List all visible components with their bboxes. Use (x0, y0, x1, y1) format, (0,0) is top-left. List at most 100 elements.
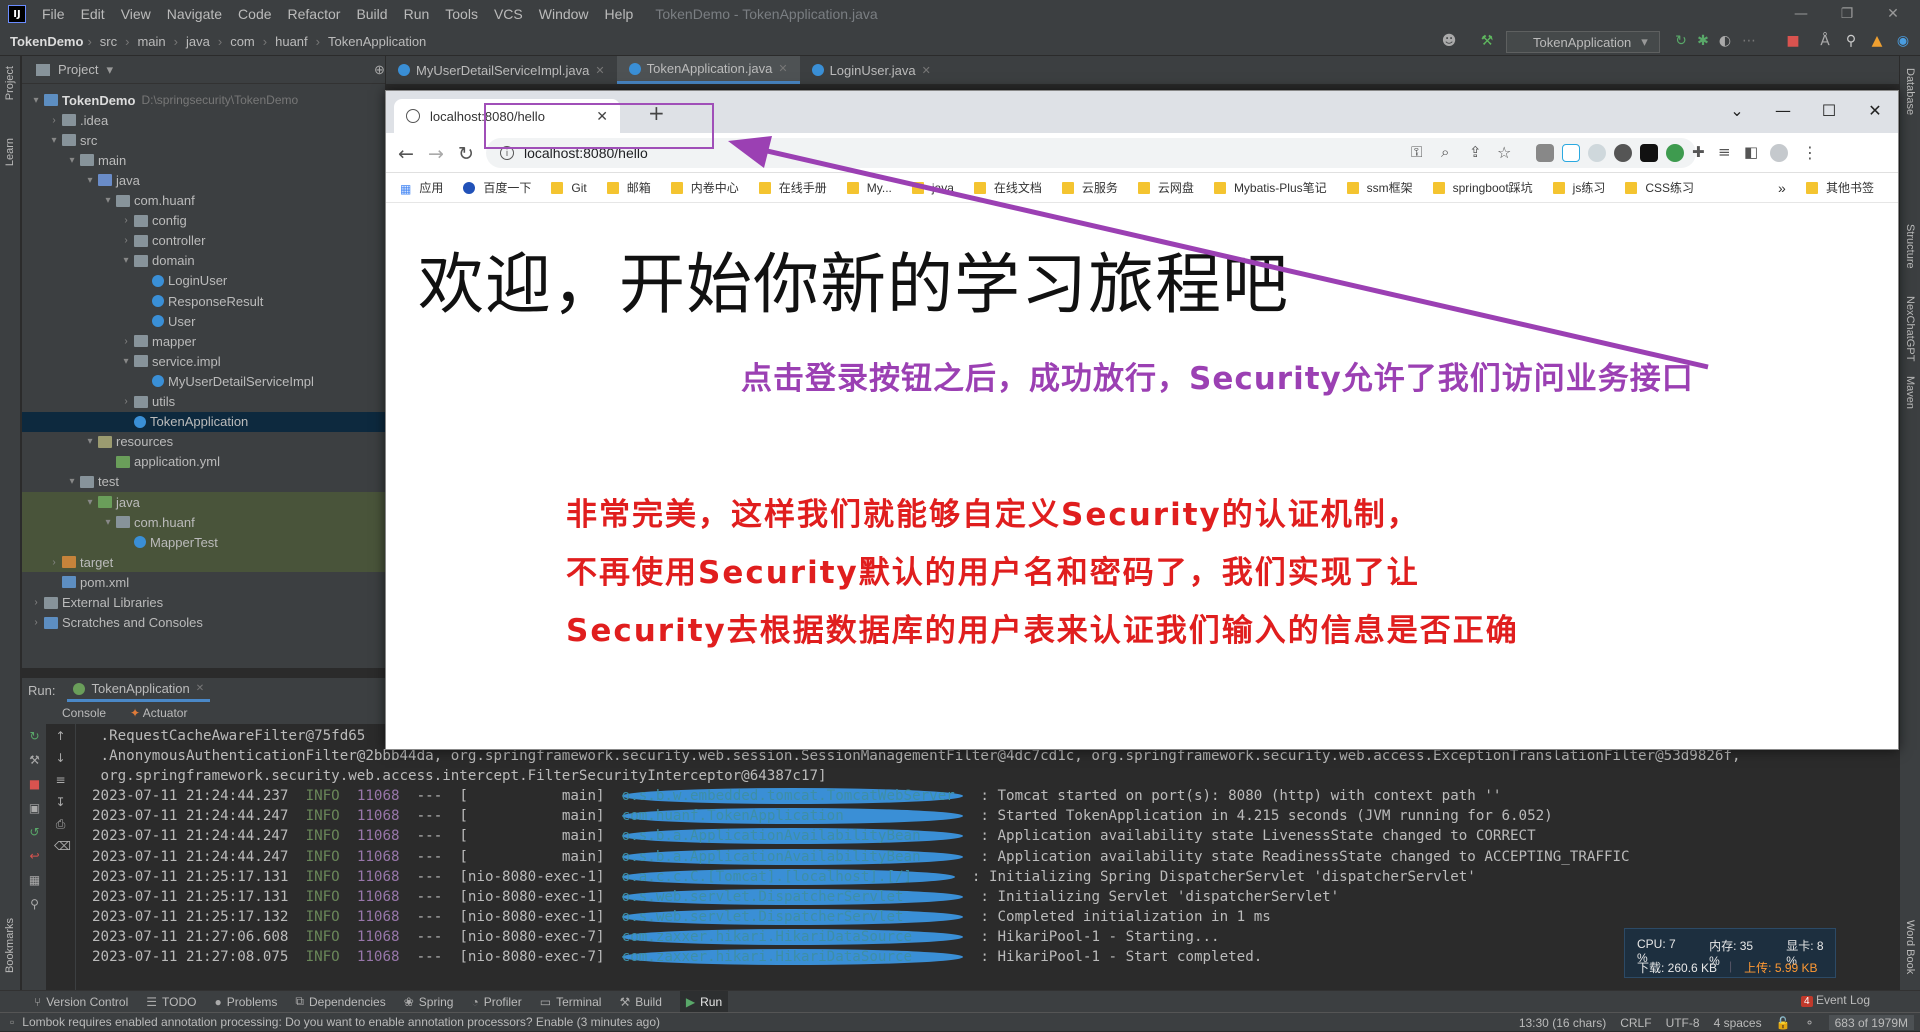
tool-window-profiler[interactable]: ◔ Profiler (471, 995, 521, 1009)
tool-window-run[interactable]: ▶ Run (679, 990, 729, 1013)
bookmark-item[interactable]: 邮箱 (606, 179, 651, 196)
tree-tokenapplication[interactable]: TokenApplication (22, 411, 385, 432)
coverage-icon[interactable]: ◐ (1716, 32, 1734, 50)
ide-logo-icon[interactable]: ◉ (1894, 32, 1912, 50)
restore-icon[interactable]: ❐ (1824, 0, 1870, 28)
camera-icon[interactable]: ▣ (28, 802, 41, 815)
tree-idea[interactable]: › .idea (22, 110, 385, 130)
bookmark-item[interactable]: ssm框架 (1346, 179, 1413, 196)
forward-icon[interactable]: → (428, 143, 444, 165)
extension-circle-icon[interactable] (1614, 144, 1632, 162)
stop-icon[interactable]: ■ (28, 778, 41, 791)
tree-utils[interactable]: › utils (22, 392, 385, 412)
profile-avatar-icon[interactable] (1770, 144, 1788, 162)
menu-run[interactable]: Run (396, 6, 438, 22)
reload-icon[interactable]: ↻ (458, 143, 474, 165)
bookmark-item[interactable]: My... (846, 181, 892, 195)
chevron-down-icon[interactable]: ▾ (84, 497, 96, 508)
tree-resources[interactable]: ▾ resources (22, 432, 385, 452)
minimize-icon[interactable]: — (1760, 95, 1806, 125)
stop-icon[interactable]: ■ (1784, 32, 1802, 50)
breadcrumb-huanf[interactable]: huanf (271, 34, 312, 49)
bookmark-item[interactable]: CSS练习 (1625, 179, 1694, 196)
menu-refactor[interactable]: Refactor (280, 6, 349, 22)
close-icon[interactable]: ✕ (1870, 0, 1916, 28)
breadcrumb-main[interactable]: main (133, 34, 169, 49)
lock-icon[interactable]: 🔓 (1776, 1016, 1791, 1030)
extension-green-icon[interactable] (1666, 144, 1684, 162)
soft-wrap-icon[interactable]: ≡ (54, 774, 67, 787)
more-run-icon[interactable]: ⋯ (1740, 32, 1758, 50)
chevron-down-icon[interactable]: ▾ (102, 517, 114, 528)
key-icon[interactable]: ⚿ (1411, 143, 1422, 161)
breadcrumb-java[interactable]: java (182, 34, 214, 49)
bookmark-item[interactable]: 在线手册 (758, 179, 827, 196)
tab-tokenapplication[interactable]: TokenApplication.java ✕ (616, 56, 800, 84)
chevron-right-icon[interactable]: › (30, 597, 42, 608)
tool-structure[interactable]: Structure (1904, 224, 1916, 269)
tool-maven[interactable]: Maven (1904, 376, 1916, 409)
tree-mapper[interactable]: › mapper (22, 331, 385, 351)
address-bar[interactable]: i localhost:8080/hello (486, 138, 1696, 168)
zoom-icon[interactable]: ⌕ (1441, 143, 1449, 161)
share-icon[interactable]: ⇪ (1469, 143, 1482, 161)
tree-external-libraries[interactable]: › External Libraries (22, 593, 385, 613)
chevron-right-icon[interactable]: › (120, 336, 132, 347)
git-icon[interactable]: ⚬ (1805, 1016, 1815, 1030)
tree-test-package[interactable]: ▾ com.huanf (22, 512, 385, 533)
hammer-icon[interactable]: ⚒ (1478, 32, 1496, 50)
reading-list-icon[interactable]: ≡ (1718, 143, 1731, 161)
bookmark-item[interactable]: springboot踩坑 (1432, 179, 1533, 196)
chevron-right-icon[interactable]: › (120, 396, 132, 407)
file-encoding[interactable]: UTF-8 (1666, 1016, 1700, 1030)
chevron-down-icon[interactable]: ▾ (66, 155, 78, 166)
chevron-down-icon[interactable]: ▾ (120, 255, 132, 266)
chevron-right-icon[interactable]: › (48, 557, 60, 568)
tree-mappertest[interactable]: MapperTest (22, 532, 385, 553)
chevron-down-icon[interactable]: ▾ (120, 356, 132, 367)
line-separator[interactable]: CRLF (1620, 1016, 1651, 1030)
tab-search-icon[interactable]: ⌄ (1714, 95, 1760, 125)
tool-window-spring[interactable]: ❀ Spring (404, 995, 454, 1009)
kebab-menu-icon[interactable]: ⋮ (1802, 143, 1818, 162)
locate-icon[interactable]: ⊕ (374, 62, 385, 78)
extension-bolt-icon[interactable] (1640, 144, 1658, 162)
breadcrumb-src[interactable]: src (96, 34, 121, 49)
tree-src[interactable]: ▾ src (22, 130, 385, 150)
menu-vcs[interactable]: VCS (486, 6, 531, 22)
tree-target[interactable]: › target (22, 552, 385, 573)
tree-domain[interactable]: ▾ domain (22, 251, 385, 271)
pin-icon[interactable]: ⚲ (28, 898, 41, 911)
bookmark-item[interactable]: js练习 (1552, 179, 1605, 196)
close-tab-icon[interactable]: ✕ (778, 62, 787, 75)
chevron-down-icon[interactable]: ▾ (102, 195, 114, 206)
tree-java[interactable]: ▾ java (22, 170, 385, 190)
tool-wordbook[interactable]: Word Book (1904, 920, 1916, 974)
project-panel-header[interactable]: Project ▾ ⊕ ≡ ≣ ⚙ — (22, 56, 495, 84)
trash-icon[interactable]: ⌫ (54, 840, 71, 853)
memory-indicator[interactable]: 683 of 1979M (1828, 1015, 1914, 1030)
menu-code[interactable]: Code (230, 6, 279, 22)
indent-setting[interactable]: 4 spaces (1714, 1016, 1762, 1030)
tree-test-java[interactable]: ▾ java (22, 492, 385, 512)
chevron-down-icon[interactable]: ▾ (66, 476, 78, 487)
tree-pom[interactable]: pom.xml (22, 572, 385, 592)
breadcrumb-com[interactable]: com (226, 34, 259, 49)
back-icon[interactable]: ← (398, 143, 414, 165)
tree-scratches[interactable]: › Scratches and Consoles (22, 613, 385, 633)
menu-view[interactable]: View (113, 6, 159, 22)
tree-config[interactable]: › config (22, 211, 385, 231)
tree-user[interactable]: User (22, 311, 385, 331)
chevron-right-icon[interactable]: › (30, 617, 42, 628)
breadcrumb-file[interactable]: TokenApplication (324, 34, 430, 49)
tool-window-terminal[interactable]: ▭ Terminal (540, 995, 602, 1009)
status-message[interactable]: Lombok requires enabled annotation proce… (22, 1015, 660, 1029)
chevron-down-icon[interactable]: ▾ (84, 436, 96, 447)
chevron-right-icon[interactable]: › (48, 115, 60, 126)
tree-root[interactable]: ▾ TokenDemo D:\springsecurity\TokenDemo (22, 90, 385, 110)
close-tab-icon[interactable]: ✕ (922, 64, 931, 77)
tree-application-yml[interactable]: application.yml (22, 452, 385, 472)
menu-help[interactable]: Help (597, 6, 642, 22)
bookmark-item[interactable]: 云服务 (1061, 179, 1118, 196)
bookmark-item[interactable]: 云网盘 (1137, 179, 1194, 196)
